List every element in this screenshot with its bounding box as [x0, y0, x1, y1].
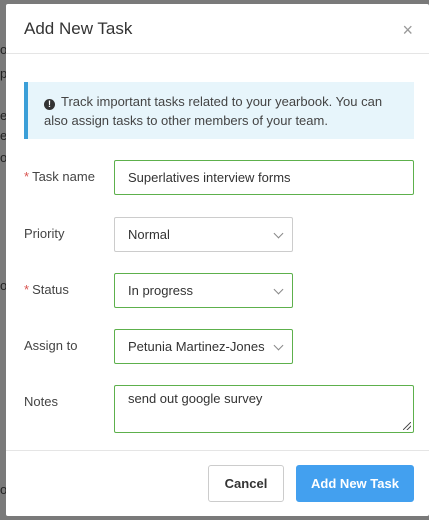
dialog-title: Add New Task: [24, 18, 133, 38]
priority-select[interactable]: Normal: [114, 217, 293, 252]
task-name-label-text: Task name: [32, 169, 95, 184]
status-label: * Status: [24, 282, 69, 297]
close-icon[interactable]: ×: [402, 21, 413, 39]
assign-value: Petunia Martinez-Jones: [128, 339, 265, 354]
assign-label: Assign to: [24, 338, 78, 353]
add-new-task-button[interactable]: Add New Task: [296, 465, 414, 502]
info-callout: ! Track important tasks related to your y…: [24, 82, 414, 139]
dialog-header: Add New Task ×: [6, 4, 429, 54]
priority-value: Normal: [128, 227, 170, 242]
task-name-input[interactable]: Superlatives interview forms: [114, 160, 414, 195]
dialog-footer: Cancel Add New Task: [6, 450, 429, 516]
status-value: In progress: [128, 283, 194, 298]
notes-label: Notes: [24, 394, 58, 409]
required-marker: *: [24, 282, 30, 297]
cancel-button[interactable]: Cancel: [208, 465, 284, 502]
chevron-down-icon: [273, 228, 284, 239]
notes-value: send out google survey: [128, 391, 263, 406]
info-icon: !: [44, 99, 55, 110]
chevron-down-icon: [273, 340, 284, 351]
chevron-down-icon: [273, 284, 284, 295]
priority-label: Priority: [24, 226, 65, 241]
status-select[interactable]: In progress: [114, 273, 293, 308]
task-name-label: * Task name: [24, 169, 95, 184]
add-task-dialog: Add New Task × ! Track important tasks re…: [6, 4, 429, 516]
assign-select[interactable]: Petunia Martinez-Jones: [114, 329, 293, 364]
required-marker: *: [24, 169, 30, 184]
resize-grip-icon[interactable]: [403, 422, 411, 430]
info-text: Track important tasks related to your ye…: [44, 94, 383, 128]
status-label-text: Status: [32, 282, 69, 297]
notes-textarea[interactable]: send out google survey: [114, 385, 414, 433]
